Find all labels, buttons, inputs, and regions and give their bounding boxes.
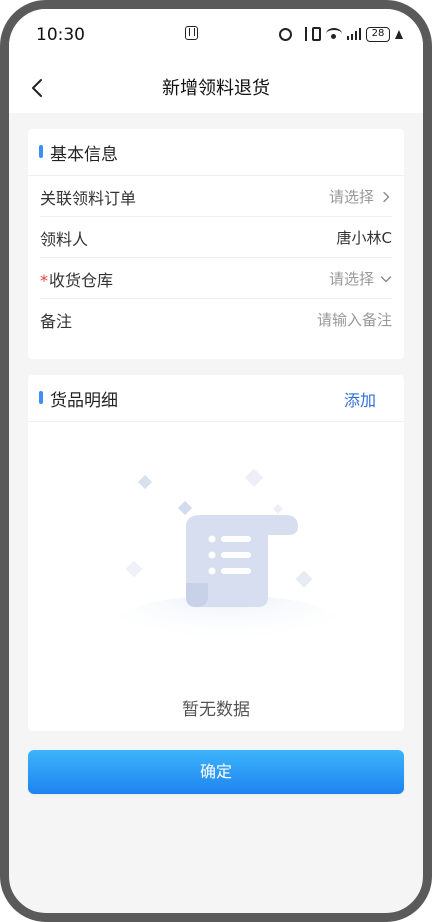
warehouse-label-text: 收货仓库	[49, 271, 114, 290]
basic-info-header: 基本信息	[28, 129, 404, 176]
remark-label: 备注	[40, 312, 73, 331]
remark-row[interactable]: 备注 请输入备注	[40, 299, 392, 339]
battery-icon: 28	[366, 26, 390, 42]
chevron-right-icon	[383, 191, 390, 202]
goods-detail-header: 货品明细 添加	[28, 375, 404, 422]
picker-row: 领料人 唐小林C	[40, 217, 392, 258]
order-select[interactable]: 请选择	[329, 186, 392, 207]
warehouse-select-row[interactable]: *收货仓库 请选择	[40, 258, 392, 299]
screen: 10:30 28 新增领料退货 基本信息 关联领料订单 请选择 领料人 唐小林C…	[9, 9, 423, 913]
order-select-row[interactable]: 关联领料订单 请选择	[40, 176, 392, 217]
nav-bar: 新增领料退货	[9, 61, 423, 113]
phone-frame: 10:30 28 新增领料退货 基本信息 关联领料订单 请选择 领料人 唐小林C…	[0, 0, 432, 922]
wifi-icon	[325, 28, 342, 40]
order-label: 关联领料订单	[40, 189, 137, 208]
signal-icon	[346, 28, 361, 40]
order-placeholder: 请选择	[328, 188, 374, 206]
section-accent-bar	[39, 145, 43, 158]
goods-detail-card: 货品明细 添加 暂无数据	[28, 375, 404, 731]
picker-label: 领料人	[40, 230, 89, 249]
basic-info-card: 基本信息 关联领料订单 请选择 领料人 唐小林C *收货仓库 请选择 备注 请输…	[28, 129, 404, 359]
add-goods-button[interactable]: 添加	[344, 387, 376, 411]
picker-value: 唐小林C	[336, 229, 392, 247]
goods-detail-title: 货品明细	[50, 391, 118, 411]
vibrate-icon	[311, 27, 321, 41]
status-bar: 10:30 28	[9, 9, 423, 61]
required-mark: *	[40, 271, 48, 290]
empty-document-illustration	[98, 468, 358, 665]
empty-state-text: 暂无数据	[182, 700, 250, 720]
status-icons: 28	[278, 24, 403, 44]
warehouse-placeholder: 请选择	[328, 270, 374, 288]
page-title: 新增领料退货	[162, 78, 270, 99]
alarm-icon	[278, 27, 292, 41]
nfc-icon	[185, 26, 198, 40]
chevron-down-icon	[380, 275, 392, 282]
confirm-button[interactable]: 确定	[28, 750, 404, 794]
warehouse-label: *收货仓库	[40, 267, 113, 291]
warehouse-select[interactable]: 请选择	[329, 268, 392, 289]
charging-icon	[395, 29, 403, 39]
remark-input[interactable]: 请输入备注	[317, 309, 392, 330]
status-time: 10:30	[36, 25, 85, 45]
bluetooth-icon	[297, 27, 307, 41]
basic-info-title: 基本信息	[50, 145, 118, 165]
section-accent-bar	[39, 391, 43, 404]
